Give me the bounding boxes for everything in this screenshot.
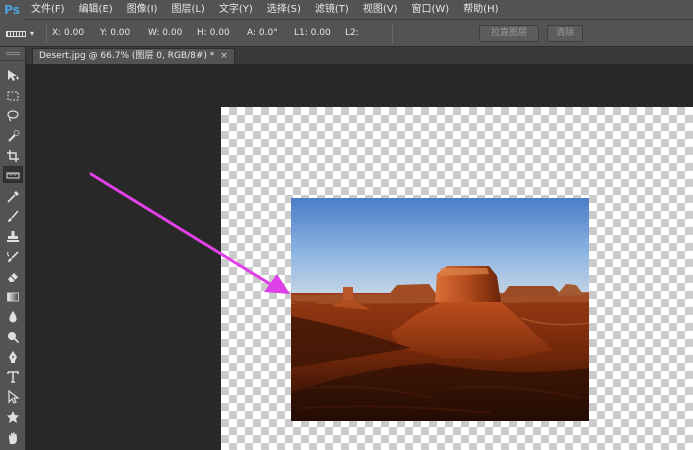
quick-select-icon[interactable] (3, 127, 23, 144)
menu-layer[interactable]: 图层(L) (164, 0, 211, 20)
menu-edit[interactable]: 编辑(E) (72, 0, 120, 20)
width-readout: W: 0.00 (148, 28, 183, 38)
straighten-layer-button[interactable]: 拉直图层 (479, 25, 539, 42)
divider (46, 24, 47, 43)
path-select-icon[interactable] (3, 388, 23, 405)
menu-type[interactable]: 文字(Y) (212, 0, 260, 20)
chevron-down-icon: ▾ (30, 29, 35, 38)
dodge-icon[interactable] (3, 328, 23, 345)
move-icon[interactable] (3, 67, 23, 84)
close-icon[interactable]: × (220, 49, 228, 64)
x-readout: X: 0.00 (52, 28, 85, 38)
gradient-icon[interactable] (3, 288, 23, 305)
menu-file[interactable]: 文件(F) (24, 0, 72, 20)
options-bar: ▾ X: 0.00 Y: 0.00 W: 0.00 H: 0.00 A: 0.0… (0, 20, 693, 47)
menu-image[interactable]: 图像(I) (120, 0, 165, 20)
y-readout: Y: 0.00 (100, 28, 131, 38)
panel-grip[interactable] (0, 47, 26, 61)
menu-bar: Ps 文件(F) 编辑(E) 图像(I) 图层(L) 文字(Y) 选择(S) 滤… (0, 0, 693, 20)
angle-readout: A: 0.0° (247, 28, 278, 38)
blur-icon[interactable] (3, 308, 23, 325)
document-tab-title: Desert.jpg @ 66.7% (图层 0, RGB/8#) * (39, 51, 215, 61)
height-readout: H: 0.00 (197, 28, 230, 38)
photoshop-logo: Ps (0, 0, 24, 20)
stamp-icon[interactable] (3, 228, 23, 245)
menu-help[interactable]: 帮助(H) (456, 0, 505, 20)
menu-filter[interactable]: 滤镜(T) (308, 0, 356, 20)
type-icon[interactable] (3, 368, 23, 385)
ruler-icon (6, 30, 26, 37)
marquee-icon[interactable] (3, 87, 23, 104)
menu-window[interactable]: 窗口(W) (404, 0, 456, 20)
eraser-icon[interactable] (3, 268, 23, 285)
divider (392, 24, 393, 43)
tool-preset-picker[interactable]: ▾ (6, 26, 42, 41)
tools-panel (0, 47, 26, 450)
lasso-icon[interactable] (3, 107, 23, 124)
pen-icon[interactable] (3, 348, 23, 365)
hand-icon[interactable] (3, 429, 23, 446)
shape-icon[interactable] (3, 408, 23, 425)
desert-photo (291, 198, 589, 421)
desert-photo-layer[interactable] (291, 198, 589, 421)
brush-icon[interactable] (3, 208, 23, 225)
length2-readout: L2: (345, 28, 359, 38)
history-brush-icon[interactable] (3, 248, 23, 265)
document-tab[interactable]: Desert.jpg @ 66.7% (图层 0, RGB/8#) * × (32, 48, 235, 64)
menu-view[interactable]: 视图(V) (356, 0, 405, 20)
menu-select[interactable]: 选择(S) (260, 0, 308, 20)
eyedropper-icon[interactable] (3, 188, 23, 205)
length1-readout: L1: 0.00 (294, 28, 331, 38)
ruler-icon[interactable] (3, 166, 23, 183)
crop-icon[interactable] (3, 147, 23, 164)
document-tab-bar: Desert.jpg @ 66.7% (图层 0, RGB/8#) * × (26, 47, 693, 64)
clear-button[interactable]: 清除 (547, 25, 583, 42)
